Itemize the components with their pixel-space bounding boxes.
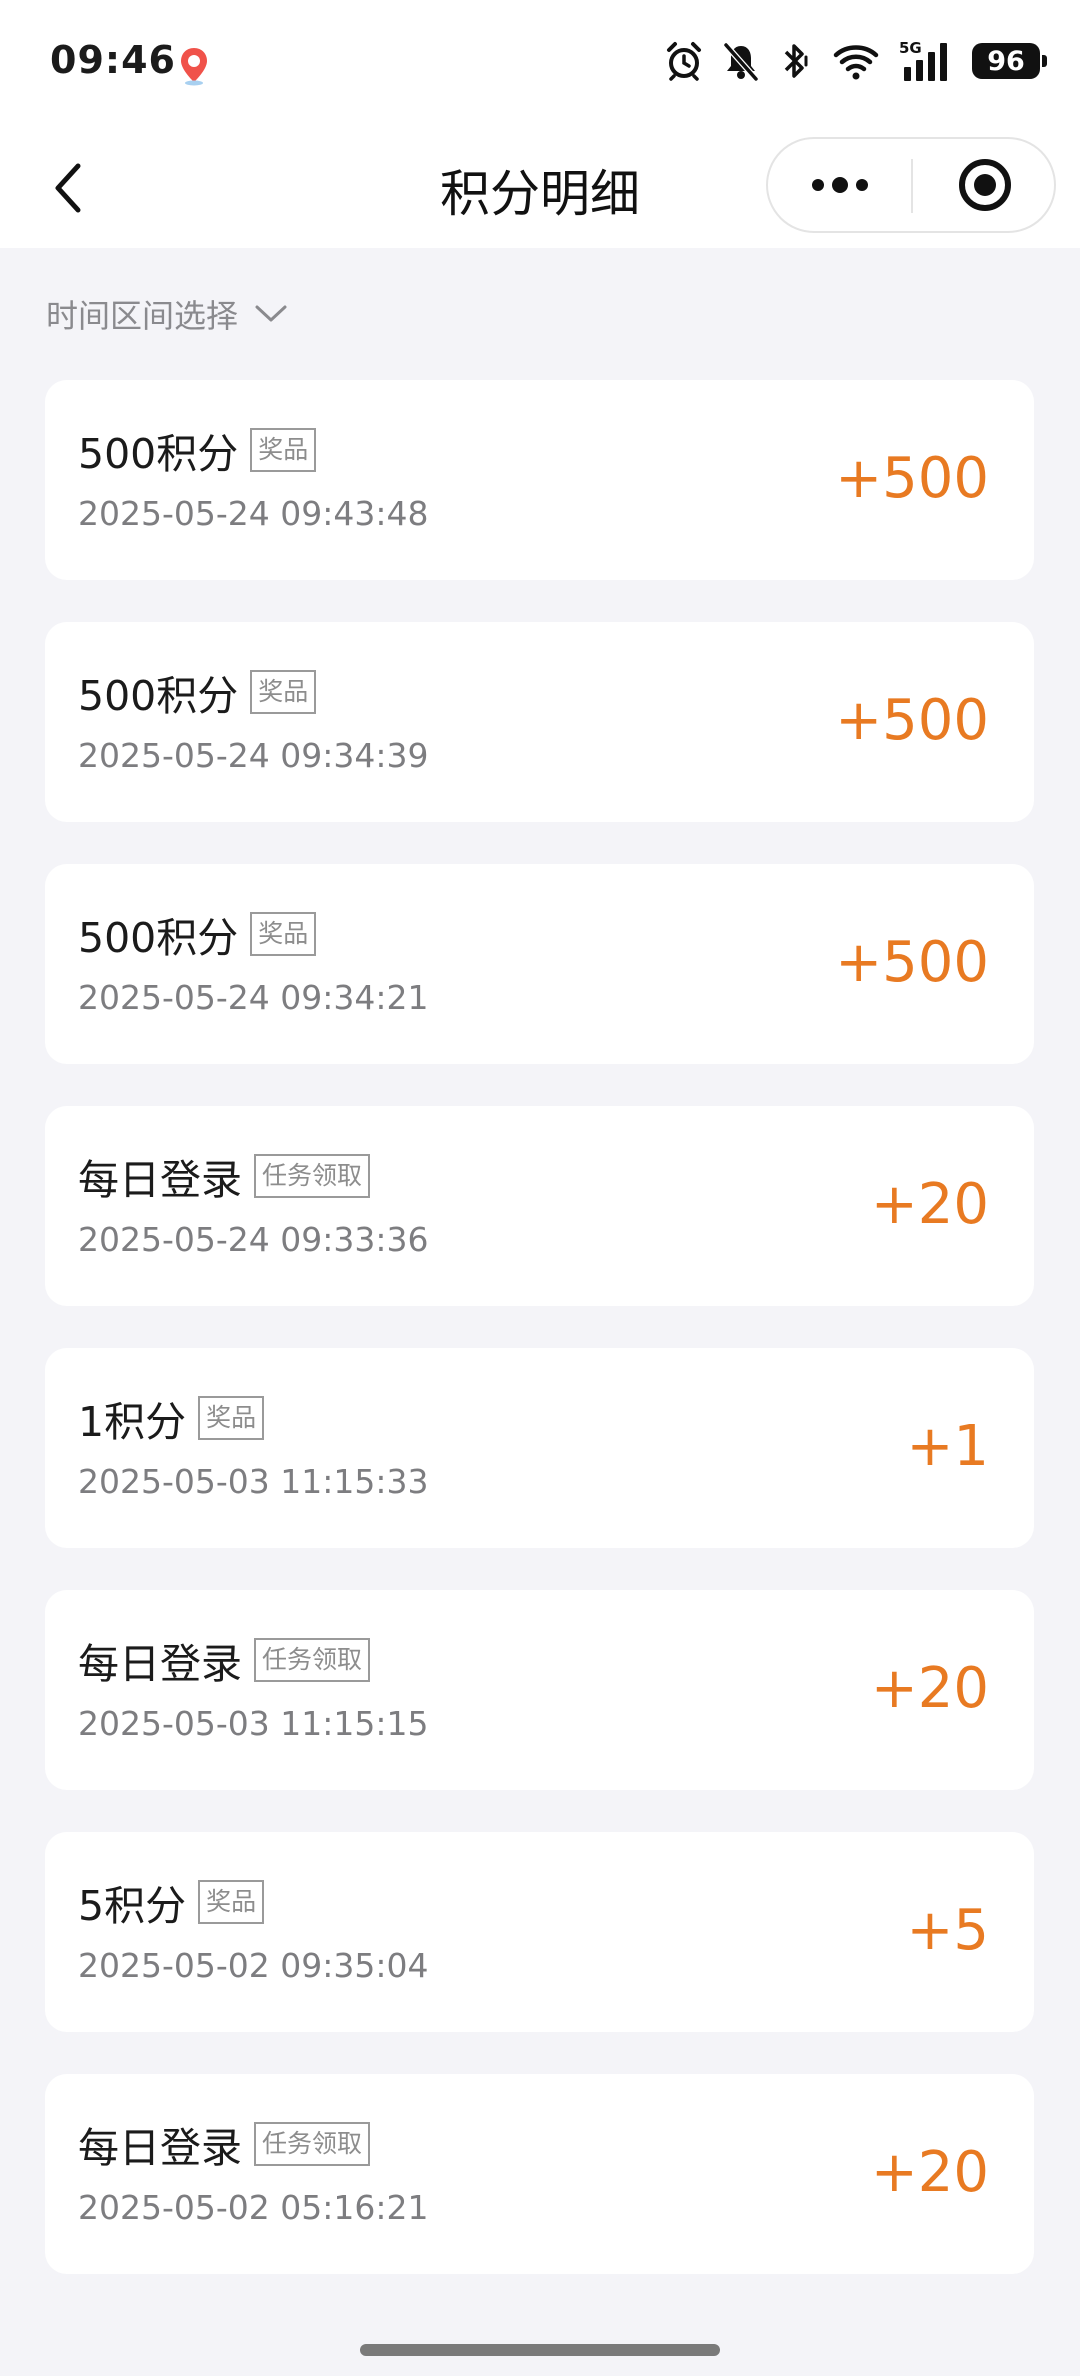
record-time: 2025-05-03 11:15:15 [78,1704,429,1743]
record-points: +500 [835,446,989,511]
mute-bell-icon [722,41,760,81]
record-title: 每日登录 [78,2124,242,2172]
list-item: 每日登录 任务领取 2025-05-03 11:15:15 +20 [45,1590,1034,1790]
status-bar: 09:46 5G 96 [0,0,1080,128]
record-title: 500积分 [78,914,239,962]
record-time: 2025-05-03 11:15:33 [78,1462,429,1501]
record-tag: 奖品 [198,1880,265,1924]
points-record-list: 500积分 奖品 2025-05-24 09:43:48 +500 500积分 … [45,380,1034,2316]
record-time: 2025-05-02 09:35:04 [78,1946,429,1985]
list-item: 500积分 奖品 2025-05-24 09:34:21 +500 [45,864,1034,1064]
miniprogram-capsule [766,137,1056,233]
record-points: +1 [906,1414,989,1479]
record-time: 2025-05-24 09:34:21 [78,978,429,1017]
record-title: 每日登录 [78,1640,242,1688]
record-time: 2025-05-24 09:33:36 [78,1220,429,1259]
record-tag: 奖品 [250,670,317,714]
alarm-icon [664,41,704,81]
record-tag: 任务领取 [254,1638,371,1682]
record-tag: 奖品 [198,1396,265,1440]
battery-icon: 96 [972,43,1047,79]
list-item: 500积分 奖品 2025-05-24 09:34:39 +500 [45,622,1034,822]
record-time: 2025-05-24 09:34:39 [78,736,429,775]
list-item: 每日登录 任务领取 2025-05-24 09:33:36 +20 [45,1106,1034,1306]
list-item: 1积分 奖品 2025-05-03 11:15:33 +1 [45,1348,1034,1548]
list-item: 500积分 奖品 2025-05-24 09:43:48 +500 [45,380,1034,580]
record-title: 每日登录 [78,1156,242,1204]
wifi-icon [832,41,880,81]
list-item: 5积分 奖品 2025-05-02 09:35:04 +5 [45,1832,1034,2032]
signal-5g-icon: 5G [898,39,954,83]
record-tag: 奖品 [250,912,317,956]
svg-text:5G: 5G [899,39,922,57]
bluetooth-icon [778,41,814,81]
home-indicator[interactable] [360,2344,720,2356]
target-close-icon [958,159,1011,211]
record-title: 500积分 [78,672,239,720]
nav-bar: 积分明细 [0,128,1080,248]
record-points: +500 [835,930,989,995]
list-item: 每日登录 任务领取 2025-05-02 05:16:21 +20 [45,2074,1034,2274]
record-title: 5积分 [78,1882,187,1930]
record-points: +20 [870,1656,989,1721]
record-title: 1积分 [78,1398,187,1446]
record-points: +5 [906,1898,989,1963]
status-time: 09:46 [50,38,176,82]
record-tag: 任务领取 [254,2122,371,2166]
record-points: +20 [870,2140,989,2205]
location-pin-icon [178,46,210,86]
record-time: 2025-05-24 09:43:48 [78,494,429,533]
record-points: +500 [835,688,989,753]
date-range-filter[interactable]: 时间区间选择 [46,290,288,338]
more-dots-icon [811,177,868,193]
record-title: 500积分 [78,430,239,478]
close-miniprogram-button[interactable] [913,139,1056,231]
record-tag: 任务领取 [254,1154,371,1198]
filter-label: 时间区间选择 [46,297,239,335]
more-button[interactable] [768,139,911,231]
record-tag: 奖品 [250,428,317,472]
record-points: +20 [870,1172,989,1237]
record-time: 2025-05-02 05:16:21 [78,2188,429,2227]
chevron-down-icon [255,305,287,322]
